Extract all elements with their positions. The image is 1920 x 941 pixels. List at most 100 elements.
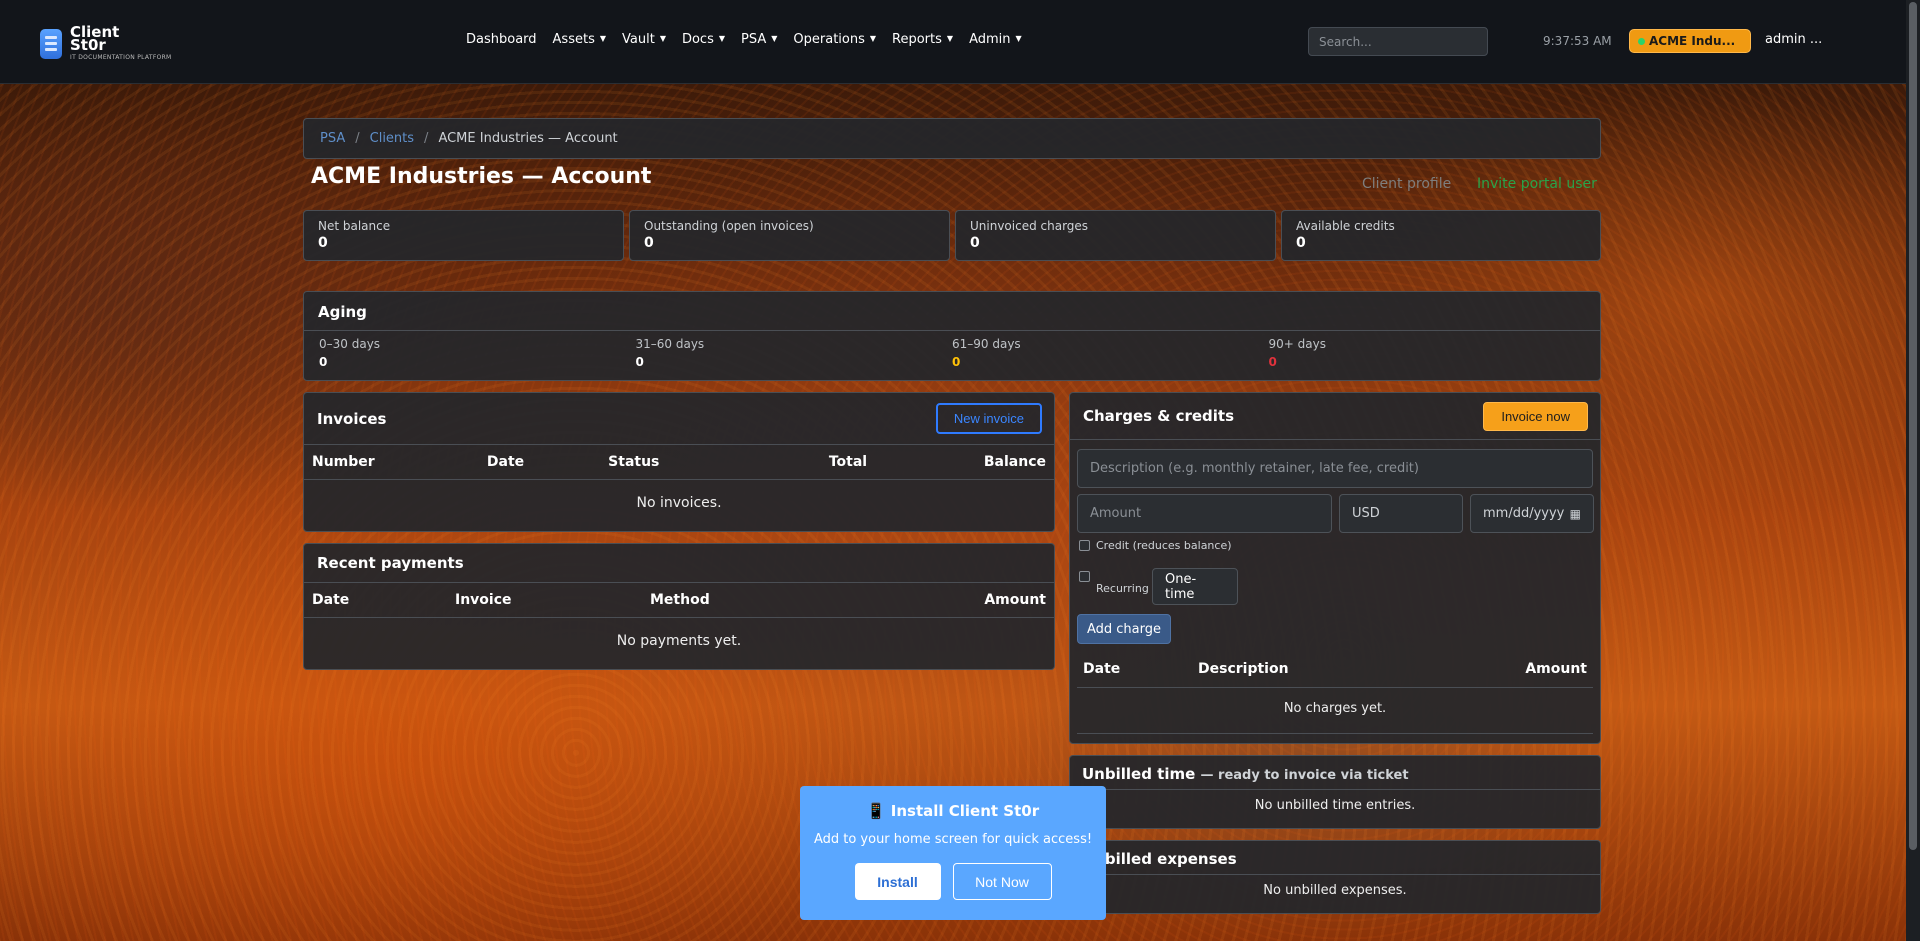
- breadcrumb-psa[interactable]: PSA: [320, 131, 345, 146]
- unbilled-time-empty: No unbilled time entries.: [1254, 798, 1416, 813]
- col-number: Number: [312, 454, 375, 470]
- unbilled-expenses-title: Unbilled expenses: [1070, 841, 1600, 875]
- aging-label: 0–30 days: [319, 337, 381, 351]
- aging-value: 0: [952, 355, 961, 369]
- invoices-empty: No invoices.: [636, 495, 722, 511]
- payments-table-header: Date Invoice Method Amount: [304, 583, 1054, 618]
- recurring-checkbox[interactable]: [1079, 571, 1090, 582]
- stat-label: Uninvoiced charges: [970, 219, 1089, 233]
- nav-label: Admin: [969, 32, 1011, 47]
- new-invoice-button[interactable]: New invoice: [935, 403, 1042, 434]
- nav-vault[interactable]: Vault ▼: [622, 32, 666, 47]
- col-description: Description: [1198, 661, 1289, 677]
- aging-bucket-31-60: 31–60 days 0: [636, 337, 953, 369]
- stat-value: 0: [1296, 235, 1306, 251]
- charges-table-header: Date Description Amount: [1077, 651, 1593, 688]
- date-input[interactable]: mm/dd/yyyy ▦: [1470, 494, 1594, 533]
- date-placeholder: mm/dd/yyyy: [1483, 506, 1565, 521]
- aging-title: Aging: [304, 292, 1600, 331]
- nav-assets[interactable]: Assets ▼: [553, 32, 606, 47]
- col-method: Method: [650, 592, 710, 608]
- nav-admin[interactable]: Admin ▼: [969, 32, 1022, 47]
- credit-checkbox[interactable]: [1079, 540, 1090, 551]
- breadcrumb-separator: /: [355, 131, 360, 146]
- nav-label: Docs: [681, 32, 714, 47]
- col-status: Status: [608, 454, 660, 470]
- client-profile-link[interactable]: Client profile: [1362, 176, 1451, 192]
- caret-down-icon: ▼: [718, 34, 726, 43]
- invite-portal-user-link[interactable]: Invite portal user: [1477, 176, 1597, 192]
- invoices-title: Invoices: [317, 409, 387, 428]
- invoice-now-button[interactable]: Invoice now: [1483, 401, 1588, 431]
- install-prompt: 📱 Install Client St0r Add to your home s…: [800, 786, 1106, 920]
- caret-down-icon: ▼: [946, 34, 954, 43]
- stat-uninvoiced: Uninvoiced charges 0: [955, 210, 1276, 261]
- currency-input[interactable]: USD: [1339, 494, 1463, 533]
- payments-empty: No payments yet.: [616, 633, 742, 649]
- unbilled-expenses-panel: Unbilled expenses No unbilled expenses.: [1069, 840, 1601, 914]
- charges-title: Charges & credits: [1083, 407, 1235, 425]
- aging-value: 0: [319, 355, 328, 369]
- client-selector[interactable]: ACME Indu...: [1629, 29, 1751, 53]
- nav-label: Assets: [552, 32, 595, 47]
- nav-label: Vault: [622, 32, 655, 47]
- not-now-button[interactable]: Not Now: [952, 863, 1052, 900]
- stat-available-credits: Available credits 0: [1281, 210, 1601, 261]
- payments-title: Recent payments: [317, 554, 464, 572]
- page-title: ACME Industries — Account: [311, 164, 652, 189]
- calendar-icon[interactable]: ▦: [1570, 507, 1581, 521]
- brand-tagline: IT DOCUMENTATION PLATFORM: [70, 54, 172, 61]
- nav-dashboard[interactable]: Dashboard: [466, 32, 537, 47]
- status-dot-icon: [1638, 37, 1645, 45]
- nav-label: Dashboard: [466, 32, 537, 47]
- aging-bucket-0-30: 0–30 days 0: [319, 337, 636, 369]
- frequency-select[interactable]: One-time: [1152, 568, 1238, 605]
- brand[interactable]: Client St0r IT DOCUMENTATION PLATFORM: [40, 23, 172, 61]
- stat-label: Available credits: [1296, 219, 1395, 233]
- brand-name: Client St0r: [70, 23, 120, 54]
- nav-label: Reports: [892, 32, 942, 47]
- install-title: 📱 Install Client St0r: [866, 802, 1040, 820]
- stat-value: 0: [970, 235, 980, 251]
- breadcrumb-separator: /: [424, 131, 429, 146]
- aging-panel: Aging 0–30 days 0 31–60 days 0 61–90 day…: [303, 291, 1601, 381]
- col-invoice: Invoice: [455, 592, 512, 608]
- aging-bucket-90-plus: 90+ days 0: [1269, 337, 1586, 369]
- clock: 9:37:53 AM: [1543, 34, 1612, 48]
- recurring-label: Recurring: [1096, 582, 1149, 595]
- stat-label: Net balance: [318, 219, 391, 233]
- col-total: Total: [828, 454, 868, 470]
- nav-psa[interactable]: PSA ▼: [741, 32, 777, 47]
- breadcrumb: PSA / Clients / ACME Industries — Accoun…: [303, 118, 1601, 159]
- col-amount: Amount: [1525, 661, 1587, 677]
- search-input[interactable]: [1308, 27, 1488, 56]
- add-charge-button[interactable]: Add charge: [1077, 614, 1171, 644]
- charges-empty: No charges yet.: [1283, 701, 1387, 716]
- caret-down-icon: ▼: [1015, 34, 1022, 43]
- user-menu[interactable]: admin ...: [1765, 32, 1822, 47]
- stat-value: 0: [318, 235, 328, 251]
- description-input[interactable]: Description (e.g. monthly retainer, late…: [1077, 449, 1593, 488]
- charges-panel: Charges & credits Invoice now Descriptio…: [1069, 392, 1601, 744]
- amount-input[interactable]: Amount: [1077, 494, 1332, 533]
- breadcrumb-clients[interactable]: Clients: [370, 131, 414, 146]
- unbilled-expenses-empty: No unbilled expenses.: [1263, 883, 1407, 898]
- col-date: Date: [1083, 661, 1121, 677]
- page-scrollbar[interactable]: [1906, 0, 1920, 941]
- scrollbar-thumb[interactable]: [1909, 2, 1917, 850]
- server-logo-icon: [40, 28, 62, 59]
- caret-down-icon: ▼: [659, 34, 666, 43]
- caret-down-icon: ▼: [771, 34, 778, 43]
- col-amount: Amount: [984, 592, 1046, 608]
- col-date: Date: [312, 592, 350, 608]
- install-button[interactable]: Install: [854, 863, 941, 900]
- main-nav: Dashboard Assets ▼ Vault ▼ Docs ▼ PSA ▼ Oper…: [466, 32, 1022, 47]
- client-selector-label: ACME Indu...: [1649, 34, 1736, 48]
- aging-value: 0: [635, 355, 644, 369]
- caret-down-icon: ▼: [599, 34, 606, 43]
- nav-reports[interactable]: Reports ▼: [892, 32, 953, 47]
- payments-panel: Recent payments Date Invoice Method Amou…: [303, 543, 1055, 670]
- aging-label: 31–60 days: [635, 337, 705, 351]
- nav-operations[interactable]: Operations ▼: [793, 32, 876, 47]
- nav-docs[interactable]: Docs ▼: [682, 32, 725, 47]
